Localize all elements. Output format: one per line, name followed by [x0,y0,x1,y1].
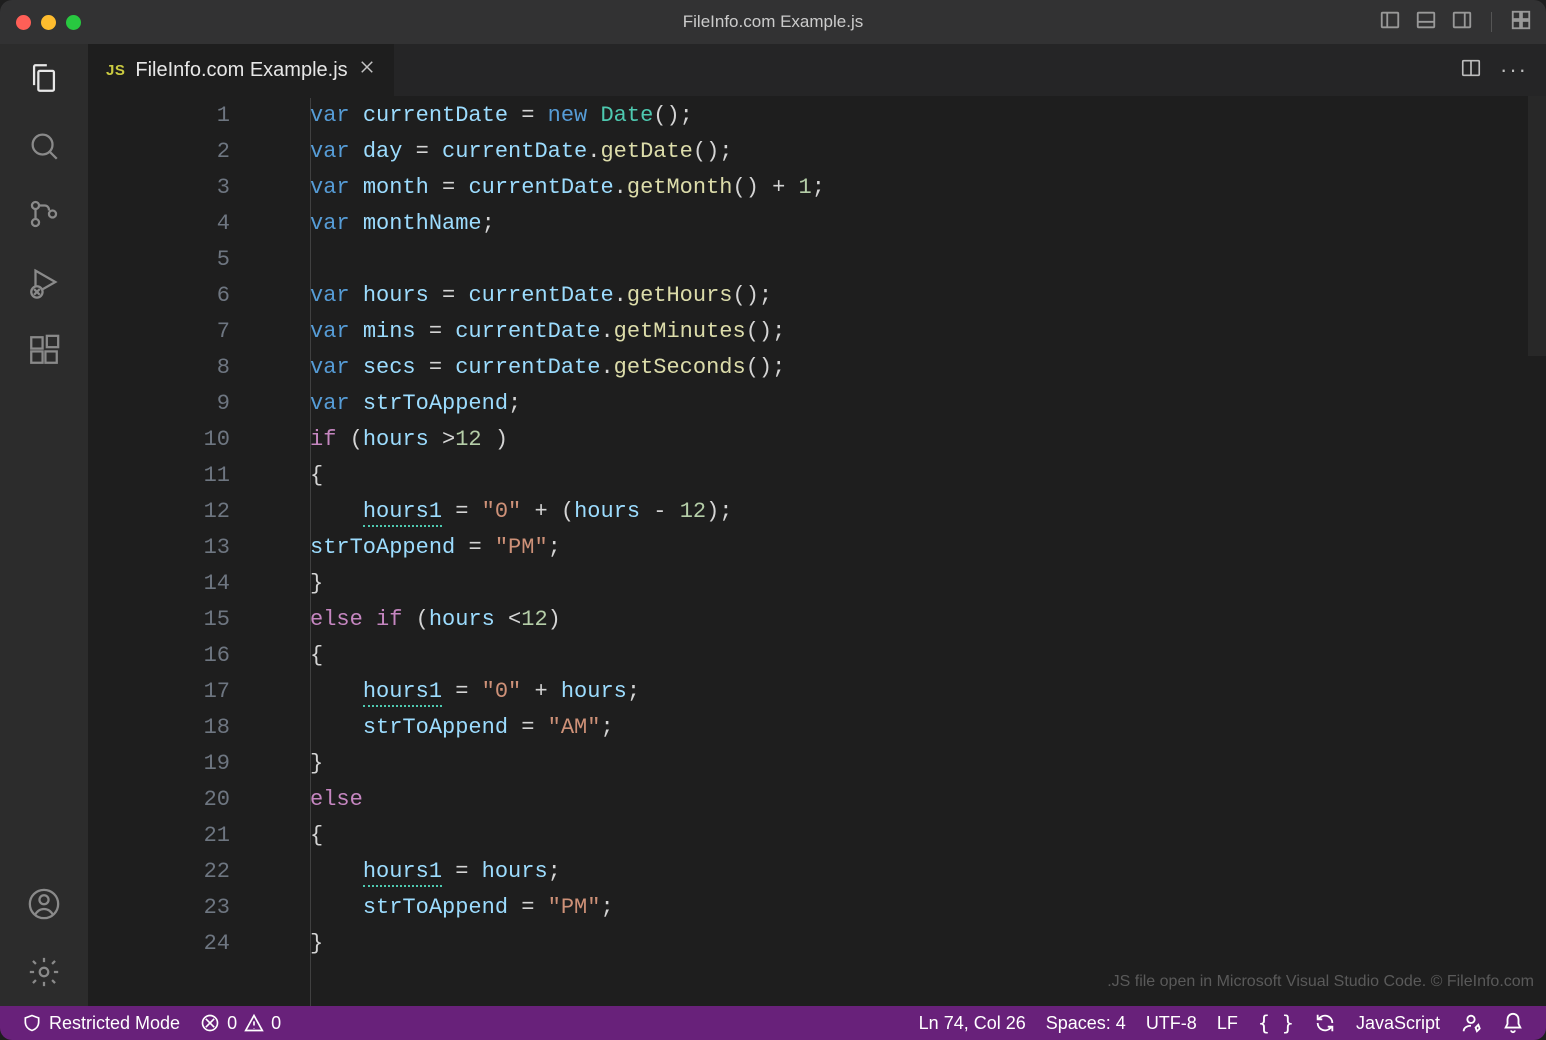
code-line[interactable]: var strToAppend; [310,386,1546,422]
code-line[interactable]: } [310,926,1546,962]
line-number: 4 [88,206,264,242]
line-number: 10 [88,422,264,458]
warning-count: 0 [271,1013,281,1034]
code-line[interactable]: } [310,566,1546,602]
code-line[interactable]: else if (hours <12) [310,602,1546,638]
code-line[interactable]: var hours = currentDate.getHours(); [310,278,1546,314]
line-number: 19 [88,746,264,782]
run-debug-icon[interactable] [24,262,64,302]
layout-bottom-icon[interactable] [1415,9,1437,36]
line-number: 3 [88,170,264,206]
line-number: 1 [88,98,264,134]
file-type-badge: JS [106,62,125,79]
code-line[interactable]: { [310,818,1546,854]
line-number: 15 [88,602,264,638]
activity-bar [0,44,88,1006]
eol-button[interactable]: LF [1207,1006,1248,1040]
minimize-window-button[interactable] [41,15,56,30]
problems-button[interactable]: 0 0 [190,1006,291,1040]
code-line[interactable]: hours1 = "0" + hours; [310,674,1546,710]
notifications-bell-icon[interactable] [1492,1006,1534,1040]
code-line[interactable]: strToAppend = "AM"; [310,710,1546,746]
line-number: 20 [88,782,264,818]
editor-actions: ··· [1460,44,1546,96]
line-number: 9 [88,386,264,422]
status-bar: Restricted Mode 0 0 Ln 74, Col 26 Spaces… [0,1006,1546,1040]
window-controls [16,15,81,30]
tab-filename: FileInfo.com Example.js [135,59,347,82]
watermark-text: .JS file open in Microsoft Visual Studio… [1107,964,1534,1000]
line-number: 18 [88,710,264,746]
tab-close-icon[interactable] [358,58,376,82]
code-line[interactable]: var currentDate = new Date(); [310,98,1546,134]
feedback-icon[interactable] [1450,1006,1492,1040]
line-number: 12 [88,494,264,530]
layout-left-icon[interactable] [1379,9,1401,36]
source-control-icon[interactable] [24,194,64,234]
window-title: FileInfo.com Example.js [0,12,1546,32]
titlebar: FileInfo.com Example.js [0,0,1546,44]
code-line[interactable]: } [310,746,1546,782]
code-line[interactable]: strToAppend = "PM"; [310,890,1546,926]
sync-icon[interactable] [1304,1006,1346,1040]
code-line[interactable]: hours1 = "0" + (hours - 12); [310,494,1546,530]
zoom-window-button[interactable] [66,15,81,30]
code-line[interactable]: { [310,638,1546,674]
explorer-icon[interactable] [24,58,64,98]
settings-gear-icon[interactable] [24,952,64,992]
line-number: 2 [88,134,264,170]
extensions-icon[interactable] [24,330,64,370]
search-icon[interactable] [24,126,64,166]
accounts-icon[interactable] [24,884,64,924]
restricted-mode-button[interactable]: Restricted Mode [12,1006,190,1040]
braces-icon[interactable]: { } [1248,1006,1304,1040]
line-number: 11 [88,458,264,494]
language-mode-button[interactable]: JavaScript [1346,1006,1450,1040]
line-number: 14 [88,566,264,602]
line-number: 23 [88,890,264,926]
close-window-button[interactable] [16,15,31,30]
restricted-mode-label: Restricted Mode [49,1013,180,1034]
code-line[interactable]: else [310,782,1546,818]
line-number: 21 [88,818,264,854]
titlebar-actions [1379,9,1532,36]
line-number-gutter: 123456789101112131415161718192021222324 [88,96,264,962]
code-line[interactable]: var monthName; [310,206,1546,242]
code-line[interactable]: var secs = currentDate.getSeconds(); [310,350,1546,386]
code-line[interactable]: if (hours >12 ) [310,422,1546,458]
line-number: 13 [88,530,264,566]
code-line[interactable]: var day = currentDate.getDate(); [310,134,1546,170]
split-editor-icon[interactable] [1460,57,1482,84]
customize-layout-icon[interactable] [1510,9,1532,36]
editor-group: JS FileInfo.com Example.js ··· 123456789… [88,44,1546,1006]
line-number: 5 [88,242,264,278]
line-number: 24 [88,926,264,962]
window: FileInfo.com Example.js [0,0,1546,1040]
code-editor[interactable]: 123456789101112131415161718192021222324 … [88,96,1546,1006]
error-count: 0 [227,1013,237,1034]
separator [1491,12,1492,32]
line-number: 22 [88,854,264,890]
code-line[interactable]: var mins = currentDate.getMinutes(); [310,314,1546,350]
line-number: 7 [88,314,264,350]
more-actions-icon[interactable]: ··· [1500,59,1528,81]
tab-active[interactable]: JS FileInfo.com Example.js [88,44,394,96]
layout-right-icon[interactable] [1451,9,1473,36]
indentation-button[interactable]: Spaces: 4 [1036,1006,1136,1040]
minimap-scroll-region[interactable] [1528,96,1546,356]
code-line[interactable]: strToAppend = "PM"; [310,530,1546,566]
cursor-position-button[interactable]: Ln 74, Col 26 [909,1006,1036,1040]
encoding-button[interactable]: UTF-8 [1136,1006,1207,1040]
code-line[interactable]: { [310,458,1546,494]
line-number: 8 [88,350,264,386]
code-line[interactable]: hours1 = hours; [310,854,1546,890]
line-number: 6 [88,278,264,314]
code-line[interactable]: var month = currentDate.getMonth() + 1; [310,170,1546,206]
code-content[interactable]: var currentDate = new Date();var day = c… [264,96,1546,962]
line-number: 16 [88,638,264,674]
code-line[interactable] [310,242,1546,278]
line-number: 17 [88,674,264,710]
tab-bar: JS FileInfo.com Example.js ··· [88,44,1546,96]
